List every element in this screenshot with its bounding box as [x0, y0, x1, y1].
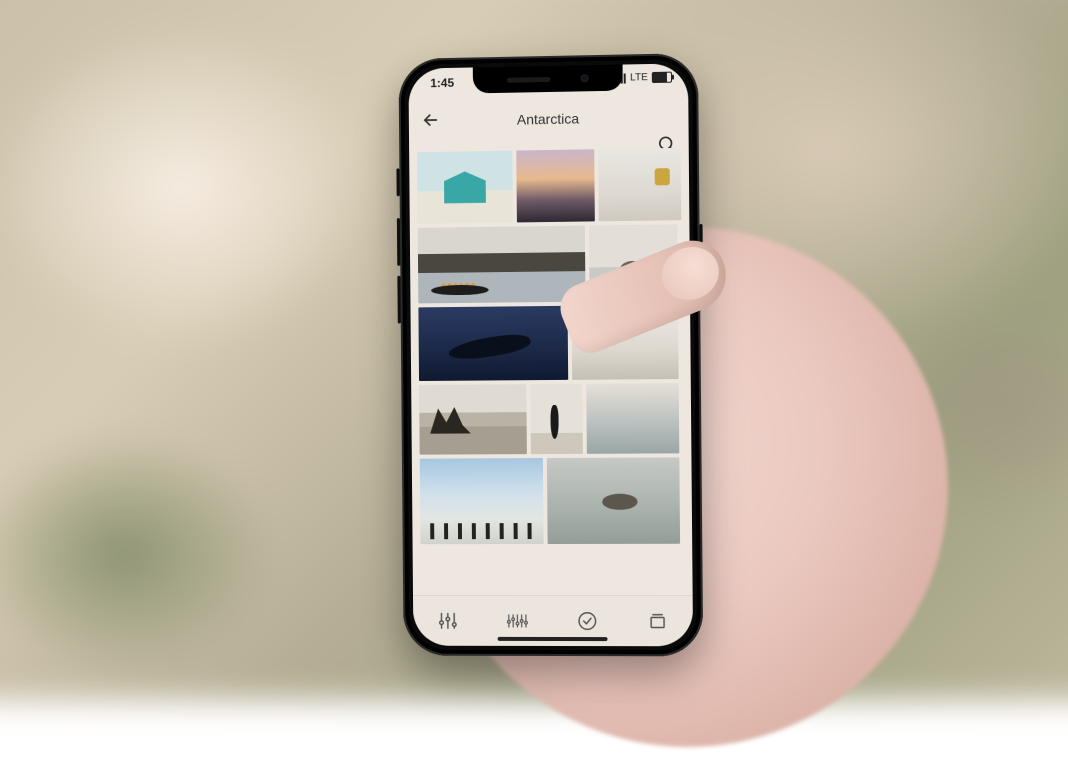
check-circle-icon [576, 610, 598, 632]
photo-thumbnail[interactable] [417, 151, 513, 224]
batch-edit-button[interactable] [504, 608, 530, 634]
photo-grid[interactable] [417, 148, 685, 594]
phone-device: 1:45 LTE Antarctica [398, 53, 703, 656]
page-title: Antarctica [517, 110, 579, 127]
photo-thumbnail[interactable] [547, 457, 680, 544]
photo-thumbnail[interactable] [598, 148, 681, 221]
photo-thumbnail[interactable] [418, 306, 568, 381]
photo-thumbnail[interactable] [419, 384, 527, 454]
filters-button[interactable] [435, 608, 461, 634]
network-label: LTE [630, 72, 648, 83]
battery-icon [652, 72, 672, 83]
photo-thumbnail[interactable] [420, 458, 544, 544]
organize-button[interactable] [644, 608, 670, 634]
sliders-icon [437, 610, 459, 632]
back-button[interactable] [421, 110, 441, 130]
front-camera [581, 74, 589, 82]
phone-frame: 1:45 LTE Antarctica [398, 53, 703, 656]
back-arrow-icon [421, 110, 441, 130]
home-indicator[interactable] [498, 637, 608, 641]
notch [473, 65, 623, 94]
status-time: 1:45 [430, 76, 454, 90]
stack-icon [646, 610, 668, 632]
multi-sliders-icon [505, 610, 529, 632]
nav-bar: Antarctica [409, 97, 689, 140]
phone-screen: 1:45 LTE Antarctica [408, 63, 693, 646]
photo-thumbnail[interactable] [418, 226, 586, 304]
select-button[interactable] [574, 608, 600, 634]
photo-thumbnail[interactable] [530, 384, 583, 454]
speaker [507, 76, 551, 82]
photo-thumbnail[interactable] [586, 383, 679, 454]
photo-thumbnail[interactable] [516, 149, 595, 222]
